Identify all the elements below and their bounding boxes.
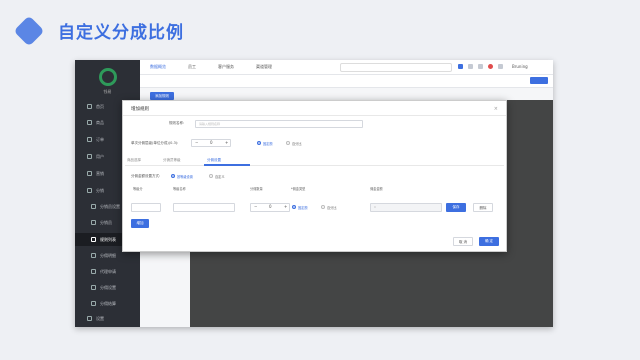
confirm-button[interactable]: 确 定 [479, 237, 499, 246]
amount-input[interactable]: 0 [370, 203, 442, 212]
mode-auto-label: 按等级设置 [177, 175, 193, 179]
level-select[interactable] [131, 203, 161, 212]
list-icon [91, 237, 96, 242]
sidebar-item-settings[interactable]: 设置 [75, 312, 140, 325]
dialog-title: 增加规则 [131, 107, 149, 112]
user-icon [87, 154, 92, 159]
level-stepper[interactable]: − 0 + [191, 139, 231, 147]
apps-icon[interactable] [458, 64, 463, 69]
add-rule-dialog: 增加规则 × 规则名称: 请输入规则名称 单次分佣层级(单位分成)(0-3): … [122, 100, 507, 252]
gear-icon [91, 285, 96, 290]
plus-icon[interactable]: + [284, 204, 287, 210]
level-label: 单次分佣层级(单位分成)(0-3): [131, 141, 179, 145]
grade-select[interactable] [173, 203, 235, 212]
goods-icon [87, 120, 92, 125]
topnav-staff[interactable]: 员工 [188, 64, 196, 70]
rule-name-input[interactable]: 请输入规则名称 [195, 120, 363, 128]
top-bar: 数据概览 员工 客户服务 渠道管理 Bruning [140, 60, 553, 75]
tab-action-button[interactable] [530, 77, 548, 84]
col-grade-header: 等级名称 [173, 187, 186, 191]
minus-icon[interactable]: − [195, 140, 198, 146]
global-search-input[interactable] [340, 63, 452, 72]
detail-icon [91, 253, 96, 258]
sidebar-item-commission-settle[interactable]: 分佣结算 [75, 297, 140, 310]
cog-icon [87, 316, 92, 321]
col-amount-header: 佣金金额 [370, 187, 383, 191]
tab-active-indicator [204, 164, 250, 166]
fullscreen-icon[interactable] [468, 64, 473, 69]
minus-icon[interactable]: − [254, 204, 257, 210]
percent-radio[interactable] [286, 141, 290, 145]
mode-custom-radio[interactable] [209, 174, 213, 178]
bell-icon[interactable] [488, 64, 493, 69]
percent-radio-label: 百分比 [292, 142, 302, 146]
settle-icon [91, 301, 96, 306]
message-icon[interactable] [498, 64, 503, 69]
tab-commission[interactable]: 分佣设置 [207, 158, 221, 163]
delete-button[interactable]: 删除 [473, 203, 493, 212]
logo-text: 钱易 [103, 89, 112, 94]
distribution-icon [87, 188, 92, 193]
logo-icon [99, 68, 117, 86]
fixed-radio-label: 固定额 [263, 142, 273, 146]
user-name[interactable]: Bruning [512, 64, 528, 69]
save-button[interactable]: 保存 [446, 203, 466, 212]
divider [123, 115, 506, 116]
count-stepper[interactable]: − 0 + [250, 203, 290, 212]
row-fixed-label: 固定额 [298, 206, 308, 210]
home-icon [87, 104, 92, 109]
col-type-header: *佣金类型 [291, 187, 306, 191]
marketing-icon [87, 171, 92, 176]
topnav-overview[interactable]: 数据概览 [150, 64, 166, 70]
mode-auto-radio[interactable] [171, 174, 175, 178]
sidebar-item-agent-apply[interactable]: 代理申请 [75, 265, 140, 278]
topnav-service[interactable]: 客户服务 [218, 64, 234, 70]
add-row-button[interactable]: 增加 [131, 219, 149, 228]
close-icon[interactable]: × [494, 106, 498, 112]
order-icon [87, 137, 92, 142]
plus-icon[interactable]: + [225, 140, 228, 146]
apply-icon [91, 269, 96, 274]
row-percent-radio[interactable] [321, 205, 325, 209]
topnav-channel[interactable]: 渠道管理 [256, 64, 272, 70]
col-count-header: 分佣数量 [250, 187, 263, 191]
fixed-radio[interactable] [257, 141, 261, 145]
mode-label: 分佣金额设置方式: [131, 174, 161, 178]
tab-divider [125, 165, 504, 166]
page-tabs [140, 75, 553, 88]
row-fixed-radio[interactable] [292, 205, 296, 209]
add-rule-button[interactable]: 添加规则 [150, 92, 174, 100]
sidebar-item-commission-settings[interactable]: 分佣设置 [75, 281, 140, 294]
diamond-icon [13, 14, 45, 47]
cancel-button[interactable]: 取 消 [453, 237, 473, 246]
rule-name-label: 规则名称: [169, 121, 185, 125]
mode-custom-label: 自定义 [215, 175, 225, 179]
lock-icon[interactable] [478, 64, 483, 69]
people-icon [91, 220, 96, 225]
row-percent-label: 百分比 [327, 206, 337, 210]
tab-goods[interactable]: 商品选择 [127, 158, 141, 163]
col-level-header: 等级分 [133, 187, 143, 191]
slide-title: 自定义分成比例 [58, 23, 184, 43]
settings-icon [91, 204, 96, 209]
tab-distributor-level[interactable]: 分销员等级 [163, 158, 181, 163]
slide-header: 自定义分成比例 [13, 14, 184, 47]
